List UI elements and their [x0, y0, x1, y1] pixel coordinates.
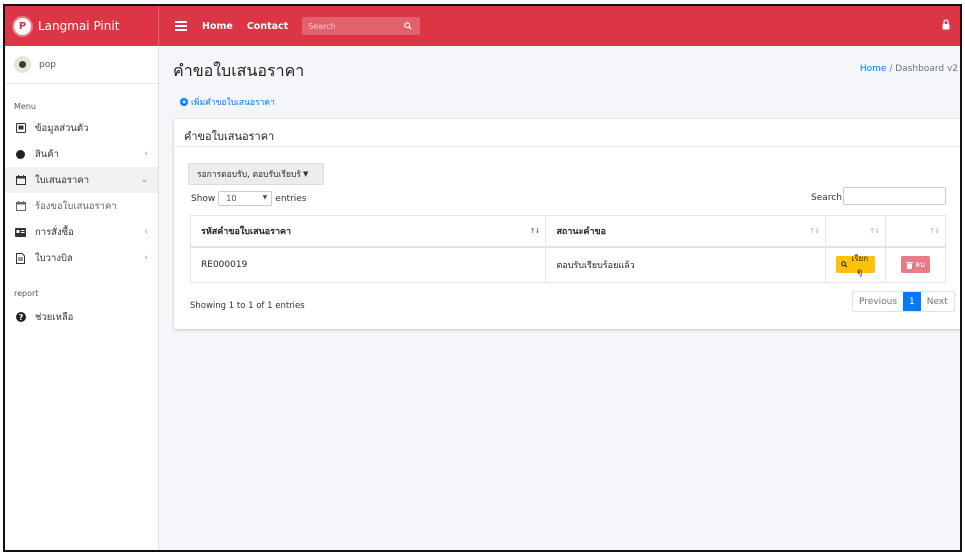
- page-length-control: Show 10 ▼ entries: [191, 191, 307, 206]
- caret-down-icon: ▼: [302, 170, 309, 178]
- trash-icon: [906, 261, 913, 269]
- add-request-link[interactable]: + เพิ่มคำขอใบเสนอราคา: [180, 95, 275, 109]
- id-card-icon: [15, 123, 26, 134]
- user-name: pop: [39, 59, 56, 70]
- breadcrumb-current: Dashboard v2: [895, 64, 958, 74]
- column-header-delete[interactable]: ↑↓: [884, 215, 947, 248]
- brand-logo: P: [14, 17, 31, 35]
- sidebar-item-label: ข้อมูลส่วนตัว: [35, 122, 89, 134]
- page-length-select[interactable]: 10 ▼: [218, 191, 273, 206]
- sort-icon: ↑↓: [809, 227, 820, 235]
- pagination: Previous 1 Next: [852, 291, 955, 312]
- sidebar-item-label: ใบวางบิล: [35, 252, 73, 264]
- add-request-label: เพิ่มคำขอใบเสนอราคา: [191, 98, 275, 108]
- column-header-view[interactable]: ↑↓: [825, 215, 886, 248]
- search-icon: [841, 261, 848, 268]
- caret-down-icon: ▼: [262, 194, 268, 201]
- column-header-label: สถานะคำขอ: [556, 226, 607, 237]
- sidebar-item-label: ช่วยเหลือ: [35, 311, 74, 323]
- sidebar-item-help[interactable]: ? ช่วยเหลือ: [5, 304, 158, 330]
- sidebar-item-orders[interactable]: การสั่งซื้อ ‹: [5, 219, 158, 245]
- card-title: คำขอใบเสนอราคา: [174, 119, 960, 147]
- brand[interactable]: P Langmai Pinit: [5, 6, 159, 46]
- requests-card: คำขอใบเสนอราคา รอการตอบรับ, ตอบรับเรียบร…: [174, 119, 960, 329]
- report-header: report: [14, 289, 39, 298]
- plus-circle-icon: +: [180, 98, 188, 106]
- navbar-search: [302, 17, 421, 35]
- brand-name: Langmai Pinit: [38, 19, 120, 33]
- table-header-row: รหัสคำขอใบเสนอราคา ↑↓ สถานะคำขอ ↑↓ ↑↓ ↑↓: [189, 215, 947, 248]
- page-length-value: 10: [226, 194, 237, 203]
- lock-icon[interactable]: [942, 19, 950, 30]
- breadcrumb-home-link[interactable]: Home: [860, 64, 887, 74]
- chevron-left-icon: ‹: [144, 227, 148, 237]
- sidebar-item-request-quotation[interactable]: ร้องขอใบเสนอราคา: [5, 193, 158, 219]
- sidebar-item-label: สินค้า: [35, 148, 59, 160]
- chevron-left-icon: ‹: [144, 253, 148, 263]
- cart-card-icon: [15, 227, 26, 238]
- cell-request-code: RE000019: [189, 246, 547, 283]
- entries-label: entries: [275, 193, 307, 204]
- table-search-label: Search:: [811, 193, 845, 203]
- table-search-input[interactable]: [843, 187, 946, 205]
- delete-button[interactable]: ลบ: [901, 256, 930, 274]
- requests-table: รหัสคำขอใบเสนอราคา ↑↓ สถานะคำขอ ↑↓ ↑↓ ↑↓…: [189, 215, 947, 283]
- app-window: P Langmai Pinit Home Contact pop Menu: [3, 4, 962, 552]
- status-filter-label: รอการตอบรับ, ตอบรับเรียบร้: [197, 170, 301, 180]
- table-row: RE000019 ตอบรับเรียบร้อยแล้ว เรียกดู ลบ: [189, 246, 947, 283]
- circle-icon: [15, 149, 26, 160]
- cell-delete: ลบ: [884, 246, 947, 283]
- view-button-label: เรียกดู: [851, 253, 869, 276]
- pagination-next[interactable]: Next: [921, 292, 954, 311]
- sort-icon: ↑↓: [529, 227, 541, 235]
- sort-icon: ↑↓: [929, 227, 940, 235]
- nav-link-contact[interactable]: Contact: [247, 21, 288, 32]
- nav-bar: Home Contact: [159, 6, 421, 46]
- chevron-down-icon: ⌄: [140, 175, 148, 185]
- show-label: Show: [191, 193, 216, 204]
- calendar-icon: [15, 201, 26, 212]
- page-title: คำขอใบเสนอราคา: [173, 61, 305, 80]
- document-icon: [15, 252, 26, 264]
- search-icon[interactable]: [404, 22, 412, 30]
- sidebar-item-quotations[interactable]: ใบเสนอราคา ⌄: [5, 167, 158, 193]
- navbar-search-input[interactable]: [308, 21, 405, 31]
- top-navbar: P Langmai Pinit Home Contact: [5, 6, 960, 46]
- menu-header: Menu: [14, 102, 36, 111]
- breadcrumb-separator: /: [889, 64, 893, 74]
- pagination-page-1[interactable]: 1: [903, 292, 921, 311]
- sidebar: pop Menu ข้อมูลส่วนตัว สินค้า ‹ ใบเสนอรา…: [5, 46, 159, 550]
- chevron-left-icon: ‹: [144, 149, 148, 159]
- hamburger-icon[interactable]: [175, 19, 187, 33]
- status-filter-dropdown[interactable]: รอการตอบรับ, ตอบรับเรียบร้ ▼: [188, 163, 324, 185]
- cell-request-status: ตอบรับเรียบร้อยแล้ว: [545, 246, 826, 283]
- sidebar-item-products[interactable]: สินค้า ‹: [5, 141, 158, 167]
- calendar-icon: [15, 175, 26, 186]
- breadcrumb: Home / Dashboard v2: [860, 64, 958, 74]
- sidebar-item-profile[interactable]: ข้อมูลส่วนตัว: [5, 115, 158, 141]
- question-circle-icon: ?: [15, 312, 26, 323]
- nav-link-home[interactable]: Home: [202, 21, 233, 32]
- column-header-status[interactable]: สถานะคำขอ ↑↓: [545, 215, 826, 248]
- avatar: [14, 56, 31, 73]
- view-button[interactable]: เรียกดู: [836, 254, 875, 276]
- sidebar-item-invoices[interactable]: ใบวางบิล ‹: [5, 245, 158, 271]
- main-content: คำขอใบเสนอราคา Home / Dashboard v2 + เพิ…: [160, 46, 960, 550]
- svg-text:?: ?: [18, 313, 23, 322]
- sidebar-item-label: ร้องขอใบเสนอราคา: [35, 200, 117, 212]
- sidebar-item-label: ใบเสนอราคา: [35, 174, 90, 186]
- table-info: Showing 1 to 1 of 1 entries: [190, 301, 305, 311]
- pagination-previous[interactable]: Previous: [853, 292, 903, 311]
- user-panel[interactable]: pop: [5, 46, 158, 84]
- cell-view: เรียกดู: [825, 246, 886, 283]
- column-header-label: รหัสคำขอใบเสนอราคา: [201, 226, 292, 237]
- sidebar-item-label: การสั่งซื้อ: [35, 226, 74, 238]
- column-header-code[interactable]: รหัสคำขอใบเสนอราคา ↑↓: [189, 215, 547, 248]
- delete-button-label: ลบ: [915, 260, 925, 270]
- sort-icon: ↑↓: [869, 227, 880, 235]
